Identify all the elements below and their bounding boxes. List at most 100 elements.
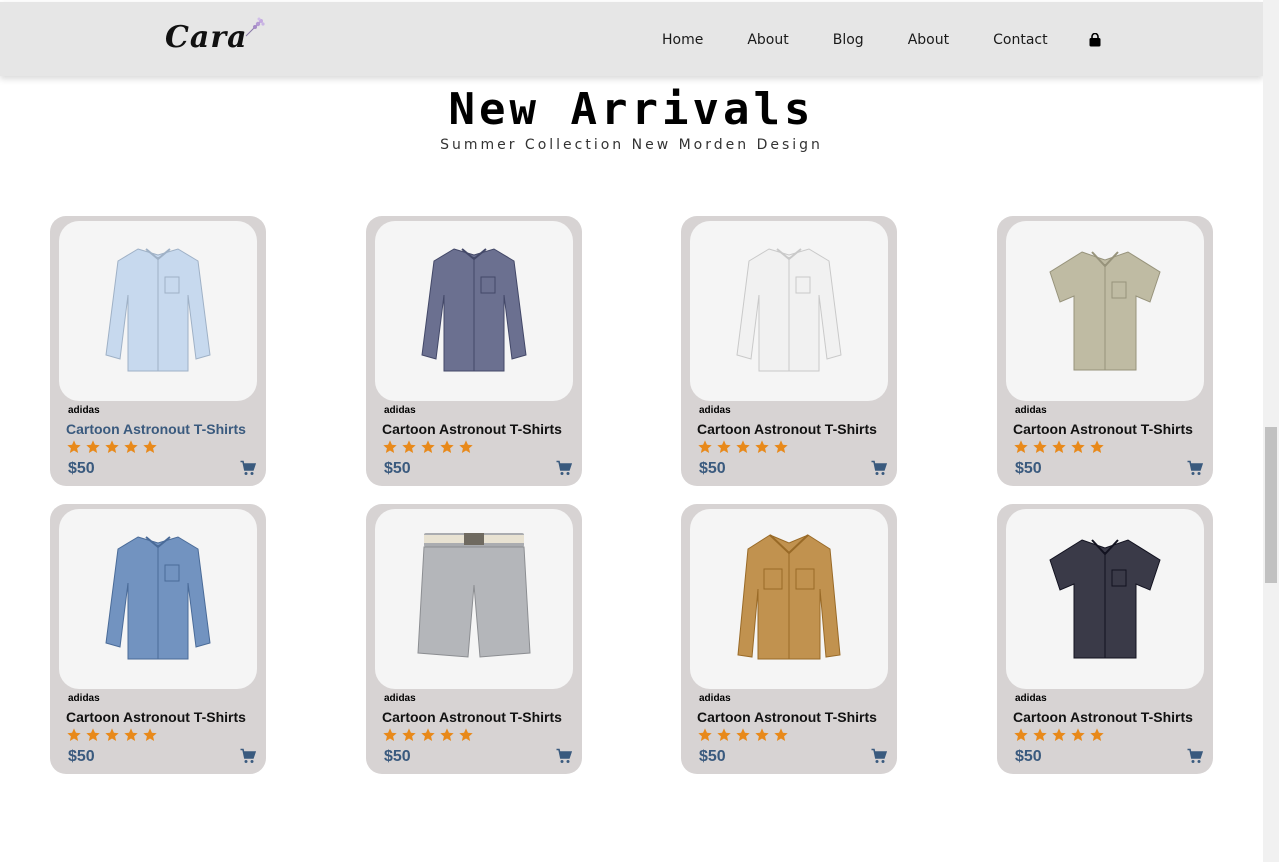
product-image[interactable] [690, 509, 888, 689]
product-price: $50 [384, 748, 411, 765]
star-icon [1013, 439, 1029, 455]
star-icon [85, 439, 101, 455]
product-brand: adidas [384, 405, 416, 416]
product-rating [382, 439, 474, 455]
star-icon [458, 439, 474, 455]
star-icon [716, 439, 732, 455]
star-icon [1013, 727, 1029, 743]
star-icon [1070, 439, 1086, 455]
product-price: $50 [1015, 748, 1042, 765]
star-icon [401, 727, 417, 743]
site-header: Cara Home About Blog About Contact [0, 2, 1263, 76]
product-card[interactable]: adidas Cartoon Astronout T-Shirts $50 [681, 216, 897, 486]
product-name[interactable]: Cartoon Astronout T-Shirts [66, 709, 246, 725]
add-to-cart-icon[interactable] [871, 460, 888, 476]
product-rating [66, 727, 158, 743]
lavender-icon [245, 17, 265, 37]
product-name[interactable]: Cartoon Astronout T-Shirts [1013, 709, 1193, 725]
product-card[interactable]: adidas Cartoon Astronout T-Shirts $50 [50, 216, 266, 486]
star-icon [735, 439, 751, 455]
star-icon [420, 727, 436, 743]
product-name[interactable]: Cartoon Astronout T-Shirts [382, 709, 562, 725]
star-icon [439, 727, 455, 743]
product-name[interactable]: Cartoon Astronout T-Shirts [382, 421, 562, 437]
star-icon [697, 727, 713, 743]
product-card[interactable]: adidas Cartoon Astronout T-Shirts $50 [681, 504, 897, 774]
product-image[interactable] [375, 509, 573, 689]
product-price: $50 [68, 460, 95, 477]
product-name[interactable]: Cartoon Astronout T-Shirts [697, 709, 877, 725]
star-icon [1070, 727, 1086, 743]
star-icon [716, 727, 732, 743]
product-price: $50 [68, 748, 95, 765]
product-image[interactable] [1006, 509, 1204, 689]
product-brand: adidas [1015, 405, 1047, 416]
star-icon [123, 727, 139, 743]
star-icon [773, 439, 789, 455]
star-icon [439, 439, 455, 455]
nav-about[interactable]: About [747, 32, 788, 48]
product-brand: adidas [699, 693, 731, 704]
star-icon [1051, 727, 1067, 743]
star-icon [142, 439, 158, 455]
product-rating [697, 727, 789, 743]
product-rating [697, 439, 789, 455]
star-icon [382, 439, 398, 455]
add-to-cart-icon[interactable] [1187, 748, 1204, 764]
product-card[interactable]: adidas Cartoon Astronout T-Shirts $50 [366, 504, 582, 774]
product-image[interactable] [375, 221, 573, 401]
product-card[interactable]: adidas Cartoon Astronout T-Shirts $50 [366, 216, 582, 486]
product-image[interactable] [59, 509, 257, 689]
product-name[interactable]: Cartoon Astronout T-Shirts [1013, 421, 1193, 437]
add-to-cart-icon[interactable] [871, 748, 888, 764]
star-icon [401, 439, 417, 455]
nav-about-2[interactable]: About [908, 32, 949, 48]
star-icon [66, 439, 82, 455]
product-name[interactable]: Cartoon Astronout T-Shirts [66, 421, 246, 437]
product-card[interactable]: adidas Cartoon Astronout T-Shirts $50 [997, 504, 1213, 774]
star-icon [735, 727, 751, 743]
add-to-cart-icon[interactable] [1187, 460, 1204, 476]
nav-home[interactable]: Home [662, 32, 703, 48]
product-brand: adidas [68, 693, 100, 704]
star-icon [1089, 439, 1105, 455]
main-nav: Home About Blog About Contact [640, 2, 1102, 78]
product-brand: adidas [1015, 693, 1047, 704]
product-rating [1013, 439, 1105, 455]
product-brand: adidas [699, 405, 731, 416]
product-price: $50 [699, 748, 726, 765]
star-icon [142, 727, 158, 743]
add-to-cart-icon[interactable] [240, 460, 257, 476]
product-image[interactable] [690, 221, 888, 401]
star-icon [773, 727, 789, 743]
add-to-cart-icon[interactable] [556, 748, 573, 764]
logo-text: Cara [165, 20, 248, 55]
star-icon [697, 439, 713, 455]
logo[interactable]: Cara [165, 17, 266, 60]
product-brand: adidas [68, 405, 100, 416]
star-icon [1089, 727, 1105, 743]
product-card[interactable]: adidas Cartoon Astronout T-Shirts $50 [50, 504, 266, 774]
product-rating [382, 727, 474, 743]
star-icon [1032, 727, 1048, 743]
add-to-cart-icon[interactable] [556, 460, 573, 476]
section-title: New Arrivals [448, 84, 815, 135]
product-price: $50 [699, 460, 726, 477]
product-rating [1013, 727, 1105, 743]
star-icon [1051, 439, 1067, 455]
star-icon [104, 727, 120, 743]
nav-contact[interactable]: Contact [993, 32, 1047, 48]
star-icon [754, 727, 770, 743]
nav-blog[interactable]: Blog [833, 32, 864, 48]
product-image[interactable] [1006, 221, 1204, 401]
product-price: $50 [384, 460, 411, 477]
scrollbar[interactable] [1263, 0, 1279, 862]
add-to-cart-icon[interactable] [240, 748, 257, 764]
shopping-bag-icon[interactable] [1088, 33, 1102, 47]
product-card[interactable]: adidas Cartoon Astronout T-Shirts $50 [997, 216, 1213, 486]
star-icon [754, 439, 770, 455]
product-name[interactable]: Cartoon Astronout T-Shirts [697, 421, 877, 437]
star-icon [458, 727, 474, 743]
product-image[interactable] [59, 221, 257, 401]
scrollbar-thumb[interactable] [1265, 427, 1277, 583]
